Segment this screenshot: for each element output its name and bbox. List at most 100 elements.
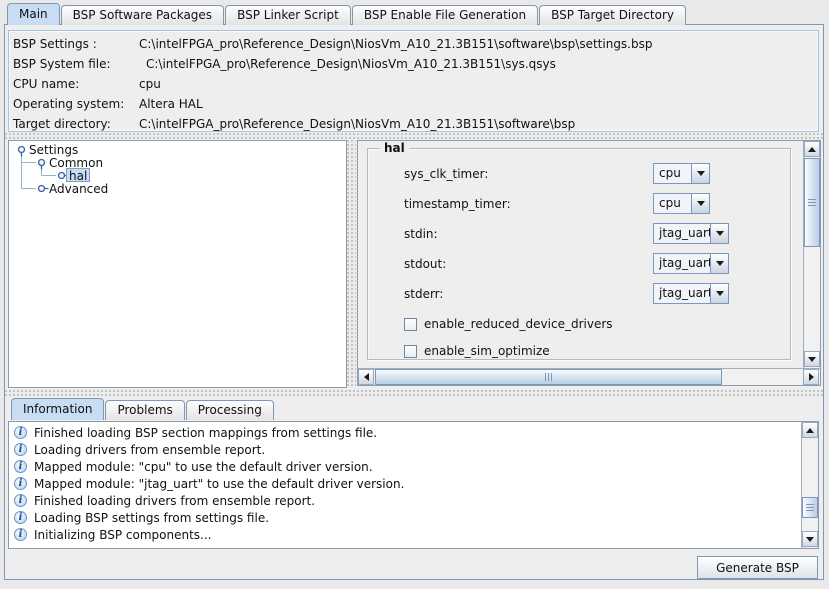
chevron-down-icon xyxy=(696,201,705,206)
tab-information[interactable]: Information xyxy=(11,398,105,420)
generate-bsp-label: Generate BSP xyxy=(716,560,799,575)
stdout-value: jtag_uart xyxy=(654,254,710,273)
log-message: Mapped module: "jtag_uart" to use the de… xyxy=(34,476,405,491)
scroll-down-button[interactable] xyxy=(804,351,820,367)
scroll-down-button[interactable] xyxy=(802,531,818,547)
arrow-right-icon xyxy=(808,373,814,381)
log-vertical-scrollbar[interactable] xyxy=(801,422,818,548)
enable-reduced-device-drivers-label: enable_reduced_device_drivers xyxy=(424,317,613,331)
bsp-settings-value: C:\intelFPGA_pro\Reference_Design\NiosVm… xyxy=(139,37,653,51)
tree-node-advanced[interactable]: Advanced xyxy=(49,182,108,196)
settings-detail-panel: hal sys_clk_timer: cpu timestamp_timer: … xyxy=(357,140,821,386)
splitter-horizontal-top[interactable] xyxy=(5,133,823,139)
chevron-down-icon xyxy=(715,261,724,266)
stdin-value: jtag_uart xyxy=(654,224,710,243)
splitter-horizontal-bottom[interactable] xyxy=(5,390,823,397)
information-log: i Finished loading BSP section mappings … xyxy=(8,421,819,549)
tree-handle-collapsed-icon xyxy=(57,171,66,180)
settings-tree: Settings Common hal Advanced xyxy=(8,140,347,388)
scroll-left-button[interactable] xyxy=(358,369,374,385)
tree-handle-expanded-icon xyxy=(37,158,46,167)
target-directory-label: Target directory: xyxy=(13,117,111,131)
stderr-select[interactable]: jtag_uart xyxy=(653,283,729,304)
console-tab-bar: Information Problems Processing xyxy=(11,398,275,420)
bsp-settings-label: BSP Settings : xyxy=(13,37,97,51)
info-icon: i xyxy=(14,426,27,439)
bsp-system-file-label: BSP System file: xyxy=(13,57,111,71)
settings-vertical-scrollbar[interactable] xyxy=(803,141,820,368)
target-directory-value: C:\intelFPGA_pro\Reference_Design\NiosVm… xyxy=(139,117,576,131)
log-message: Finished loading BSP section mappings fr… xyxy=(34,425,378,440)
summary-row: BSP Settings : C:\intelFPGA_pro\Referenc… xyxy=(13,36,653,52)
summary-row: BSP System file: C:\intelFPGA_pro\Refere… xyxy=(13,56,556,72)
tab-bsp-linker-script[interactable]: BSP Linker Script xyxy=(225,5,351,25)
info-icon: i xyxy=(14,528,27,541)
stdout-label: stdout: xyxy=(404,257,447,271)
log-message: Initializing BSP components... xyxy=(34,527,212,542)
bsp-editor-window: Main BSP Software Packages BSP Linker Sc… xyxy=(0,0,829,589)
enable-sim-optimize-row: enable_sim_optimize xyxy=(404,344,550,358)
timestamp-timer-value: cpu xyxy=(654,194,691,213)
log-message: Mapped module: "cpu" to use the default … xyxy=(34,459,373,474)
info-icon: i xyxy=(14,511,27,524)
bsp-system-file-value: C:\intelFPGA_pro\Reference_Design\NiosVm… xyxy=(146,57,556,71)
log-row: i Initializing BSP components... xyxy=(9,526,801,543)
log-message: Finished loading drivers from ensemble r… xyxy=(34,493,316,508)
splitter-vertical[interactable] xyxy=(347,140,356,388)
operating-system-value: Altera HAL xyxy=(139,97,203,111)
enable-sim-optimize-label: enable_sim_optimize xyxy=(424,344,550,358)
log-row: i Mapped module: "jtag_uart" to use the … xyxy=(9,475,801,492)
summary-row: CPU name: cpu xyxy=(13,76,161,92)
timestamp-timer-select[interactable]: cpu xyxy=(653,193,710,214)
stdin-label: stdin: xyxy=(404,227,438,241)
tab-processing[interactable]: Processing xyxy=(185,400,274,420)
hal-group-title: hal xyxy=(380,141,409,155)
tree-handle-collapsed-icon xyxy=(37,184,46,193)
enable-reduced-device-drivers-checkbox[interactable] xyxy=(404,317,417,331)
timestamp-timer-label: timestamp_timer: xyxy=(404,197,511,211)
chevron-down-icon xyxy=(696,171,705,176)
scrollbar-thumb[interactable] xyxy=(804,158,820,247)
info-icon: i xyxy=(14,460,27,473)
summary-row: Target directory: C:\intelFPGA_pro\Refer… xyxy=(13,116,575,132)
chevron-down-icon xyxy=(715,231,724,236)
combo-arrow-button[interactable] xyxy=(710,254,728,273)
log-message: Loading drivers from ensemble report. xyxy=(34,442,266,457)
tab-problems[interactable]: Problems xyxy=(105,400,185,420)
arrow-up-icon xyxy=(808,146,816,152)
combo-arrow-button[interactable] xyxy=(710,224,728,243)
tab-bsp-software-packages[interactable]: BSP Software Packages xyxy=(60,5,225,25)
stdout-select[interactable]: jtag_uart xyxy=(653,253,729,274)
scrollbar-thumb[interactable] xyxy=(802,497,818,518)
log-row: i Finished loading BSP section mappings … xyxy=(9,424,801,441)
tab-bsp-target-directory[interactable]: BSP Target Directory xyxy=(539,5,686,25)
stderr-label: stderr: xyxy=(404,287,444,301)
combo-arrow-button[interactable] xyxy=(691,164,709,183)
log-message: Loading BSP settings from settings file. xyxy=(34,510,270,525)
log-row: i Loading BSP settings from settings fil… xyxy=(9,509,801,526)
tab-main[interactable]: Main xyxy=(7,3,60,25)
combo-arrow-button[interactable] xyxy=(710,284,728,303)
settings-horizontal-scrollbar[interactable] xyxy=(358,368,820,385)
arrow-left-icon xyxy=(363,373,369,381)
tab-bsp-enable-file-generation[interactable]: BSP Enable File Generation xyxy=(351,5,539,25)
info-icon: i xyxy=(14,494,27,507)
main-tab-bar: Main BSP Software Packages BSP Linker Sc… xyxy=(7,3,687,25)
tree-node-hal[interactable]: hal xyxy=(66,168,91,183)
arrow-down-icon xyxy=(808,356,816,362)
scroll-up-button[interactable] xyxy=(804,141,820,157)
scroll-up-button[interactable] xyxy=(802,422,818,438)
tree-handle-expanded-icon xyxy=(17,145,26,154)
summary-row: Operating system: Altera HAL xyxy=(13,96,203,112)
tree-node-settings[interactable]: Settings xyxy=(29,143,78,157)
combo-arrow-button[interactable] xyxy=(691,194,709,213)
stdin-select[interactable]: jtag_uart xyxy=(653,223,729,244)
sys-clk-timer-select[interactable]: cpu xyxy=(653,163,710,184)
sys-clk-timer-value: cpu xyxy=(654,164,691,183)
cpu-name-value: cpu xyxy=(139,77,161,91)
enable-sim-optimize-checkbox[interactable] xyxy=(404,344,417,358)
generate-bsp-button[interactable]: Generate BSP xyxy=(697,556,818,579)
info-icon: i xyxy=(14,443,27,456)
scroll-right-button[interactable] xyxy=(803,369,819,385)
scrollbar-thumb[interactable] xyxy=(375,369,722,385)
